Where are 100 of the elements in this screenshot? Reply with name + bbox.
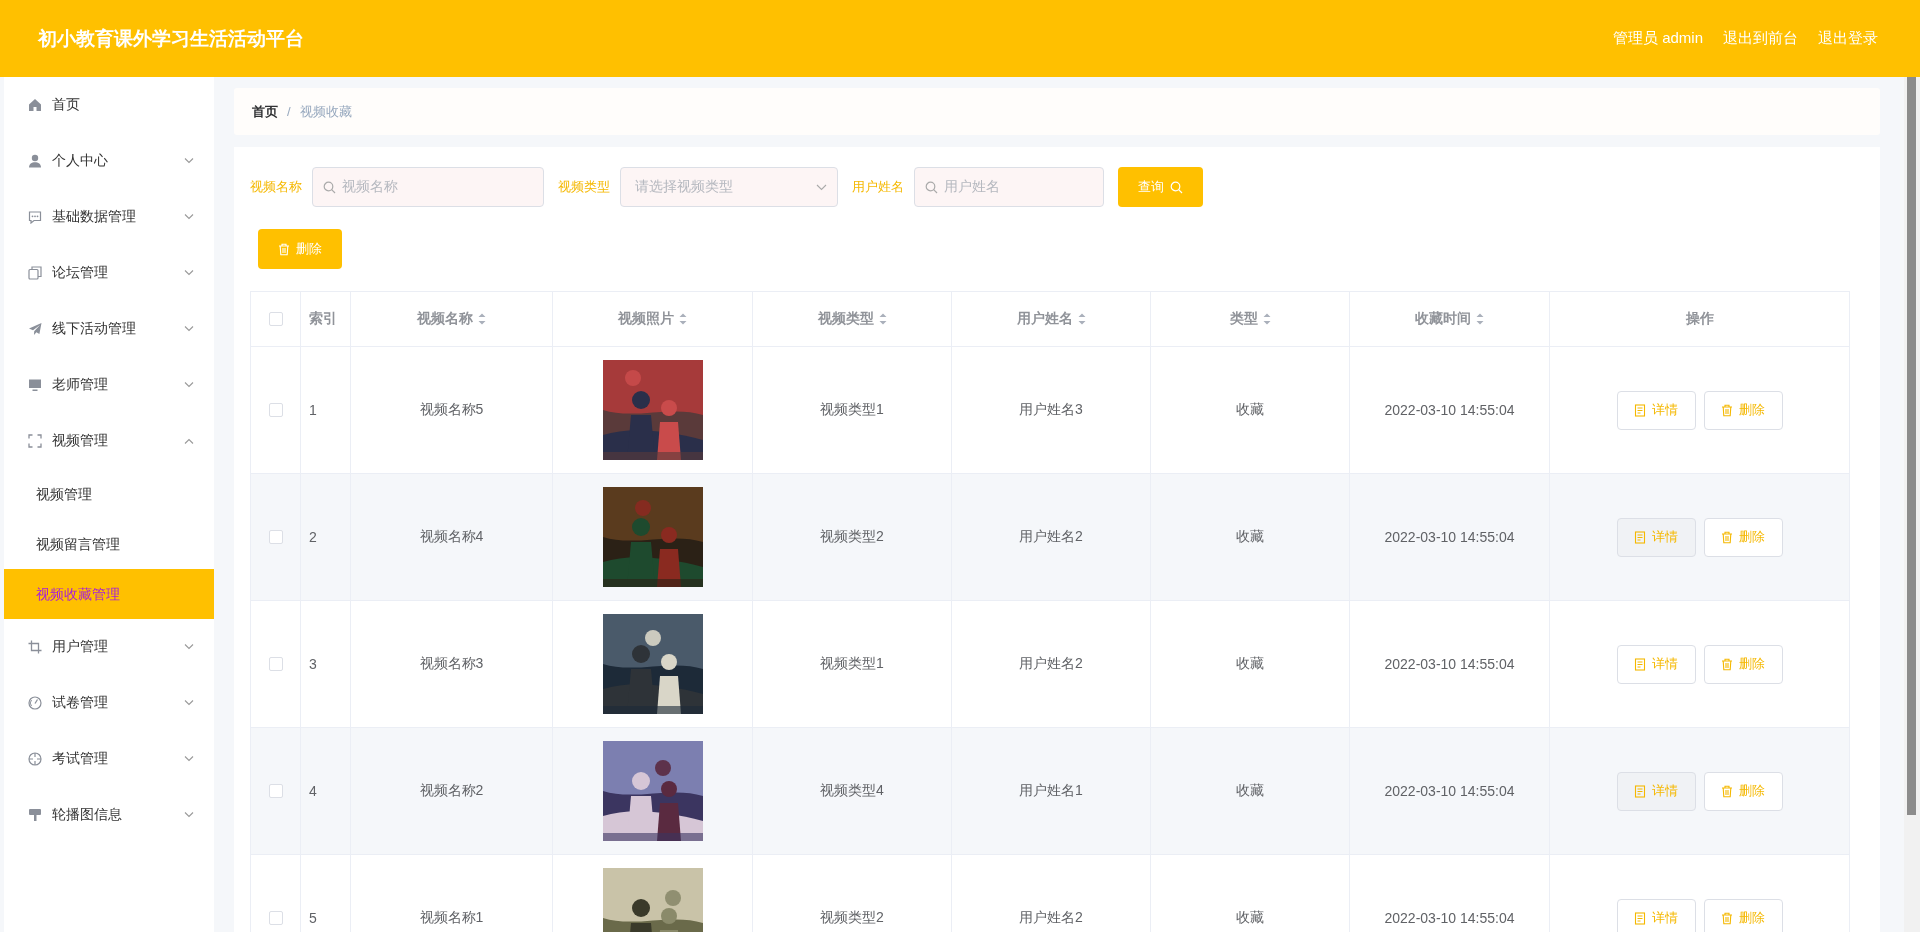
search-icon: [323, 180, 336, 194]
sort-icon: [478, 313, 486, 325]
copy-icon: [28, 266, 42, 280]
table-cell: 视频名称3: [419, 655, 484, 673]
chevron-down-icon: [184, 326, 194, 332]
sort-icon: [1476, 313, 1484, 325]
crosshair-icon: [28, 752, 42, 766]
submenu-item[interactable]: 视频留言管理: [4, 519, 214, 569]
table-cell: 用户姓名2: [1019, 909, 1083, 927]
search-field[interactable]: 视频名称: [312, 167, 544, 207]
field-label: 视频类型: [558, 178, 610, 196]
column-header[interactable]: 收藏时间: [1415, 310, 1484, 328]
document-icon: [1634, 657, 1646, 671]
scrollbar[interactable]: [1904, 77, 1920, 932]
chevron-down-icon: [184, 756, 194, 762]
sidebar-item[interactable]: 用户管理: [4, 619, 214, 675]
sidebar-item[interactable]: 视频管理: [4, 413, 214, 469]
table-cell: 用户姓名2: [1019, 528, 1083, 546]
checkbox[interactable]: [268, 784, 283, 798]
table-cell: 视频类型2: [820, 909, 884, 927]
sidebar-item[interactable]: 个人中心: [4, 133, 214, 189]
table-cell: 收藏: [1236, 401, 1264, 419]
chevron-down-icon: [184, 700, 194, 706]
chevron-down-icon: [184, 382, 194, 388]
sidebar-item[interactable]: 论坛管理: [4, 245, 214, 301]
search-button[interactable]: 查询: [1118, 167, 1203, 207]
delete-button[interactable]: 删除: [1703, 898, 1783, 932]
submenu-item[interactable]: 视频收藏管理: [4, 569, 214, 619]
field-label: 用户姓名: [852, 178, 904, 196]
breadcrumb-separator: /: [287, 104, 291, 119]
table-cell: 视频类型1: [820, 401, 884, 419]
header-link[interactable]: 退出登录: [1818, 29, 1878, 48]
column-header[interactable]: 视频照片: [618, 310, 687, 328]
table-cell: 用户姓名1: [1019, 782, 1083, 800]
sidebar-item[interactable]: 首页: [4, 77, 214, 133]
checkbox[interactable]: [268, 312, 283, 326]
checkbox[interactable]: [268, 403, 283, 417]
search-icon: [925, 180, 938, 194]
header-link[interactable]: 退出到前台: [1723, 29, 1798, 48]
sidebar-item[interactable]: 轮播图信息: [4, 787, 214, 843]
delete-button[interactable]: 删除: [258, 229, 342, 269]
column-header[interactable]: 视频类型: [817, 310, 887, 328]
search-field[interactable]: 用户姓名: [914, 167, 1104, 207]
delete-button[interactable]: 删除: [1703, 390, 1783, 430]
delete-button[interactable]: 删除: [1703, 517, 1783, 557]
trash-icon: [1721, 530, 1733, 544]
table-cell: 2022-03-10 14:55:04: [1384, 783, 1515, 799]
document-icon: [1634, 784, 1646, 798]
trash-icon: [1721, 403, 1733, 417]
admin-user-label: 管理员 admin: [1612, 29, 1703, 48]
trash-icon: [278, 242, 290, 256]
sidebar-item[interactable]: 老师管理: [4, 357, 214, 413]
chevron-down-icon: [184, 158, 194, 164]
table-cell: 视频名称5: [419, 401, 484, 419]
sidebar-item[interactable]: 基础数据管理: [4, 189, 214, 245]
checkbox[interactable]: [268, 911, 283, 925]
table-cell: 视频类型1: [820, 655, 884, 673]
chevron-down-icon: [184, 270, 194, 276]
column-header[interactable]: 类型: [1229, 310, 1271, 328]
table-cell: 用户姓名3: [1019, 401, 1083, 419]
breadcrumb-item: 视频收藏: [299, 102, 352, 121]
detail-button[interactable]: 详情: [1616, 517, 1696, 557]
chevron-down-icon: [184, 644, 194, 650]
table-cell: 2022-03-10 14:55:04: [1384, 529, 1515, 545]
detail-button[interactable]: 详情: [1616, 771, 1696, 811]
trash-icon: [1721, 784, 1733, 798]
chat-icon: [28, 210, 42, 224]
detail-button[interactable]: 详情: [1616, 390, 1696, 430]
app-title: 初小教育课外学习生活活动平台: [38, 26, 304, 51]
checkbox[interactable]: [268, 530, 283, 544]
column-header[interactable]: 视频名称: [417, 310, 486, 328]
table-cell: 收藏: [1236, 782, 1264, 800]
checkbox[interactable]: [268, 657, 283, 671]
detail-button[interactable]: 详情: [1616, 898, 1696, 932]
document-icon: [1634, 530, 1646, 544]
monitor-icon: [28, 378, 42, 392]
delete-button[interactable]: 删除: [1703, 644, 1783, 684]
detail-button[interactable]: 详情: [1616, 644, 1696, 684]
search-icon: [1170, 180, 1183, 194]
table-cell: 视频类型4: [820, 782, 884, 800]
gauge-icon: [28, 696, 42, 710]
table-cell: 2: [309, 529, 317, 545]
field-label: 视频名称: [250, 178, 302, 196]
chevron-up-icon: [184, 438, 194, 444]
table-cell: 4: [309, 783, 317, 799]
table-cell: 用户姓名2: [1019, 655, 1083, 673]
submenu-item[interactable]: 视频管理: [4, 469, 214, 519]
sidebar-item[interactable]: 考试管理: [4, 731, 214, 787]
column-header[interactable]: 用户姓名: [1016, 310, 1086, 328]
breadcrumb-item[interactable]: 首页: [252, 102, 278, 121]
select-field[interactable]: 请选择视频类型: [620, 167, 838, 207]
chevron-down-icon: [816, 183, 827, 191]
sidebar-item[interactable]: 线下活动管理: [4, 301, 214, 357]
column-header: 操作: [1685, 310, 1714, 328]
table-cell: 视频名称4: [419, 528, 484, 546]
user-icon: [28, 154, 42, 168]
table-cell: 收藏: [1236, 909, 1264, 927]
delete-button[interactable]: 删除: [1703, 771, 1783, 811]
sidebar-item[interactable]: 试卷管理: [4, 675, 214, 731]
trash-icon: [1721, 657, 1733, 671]
